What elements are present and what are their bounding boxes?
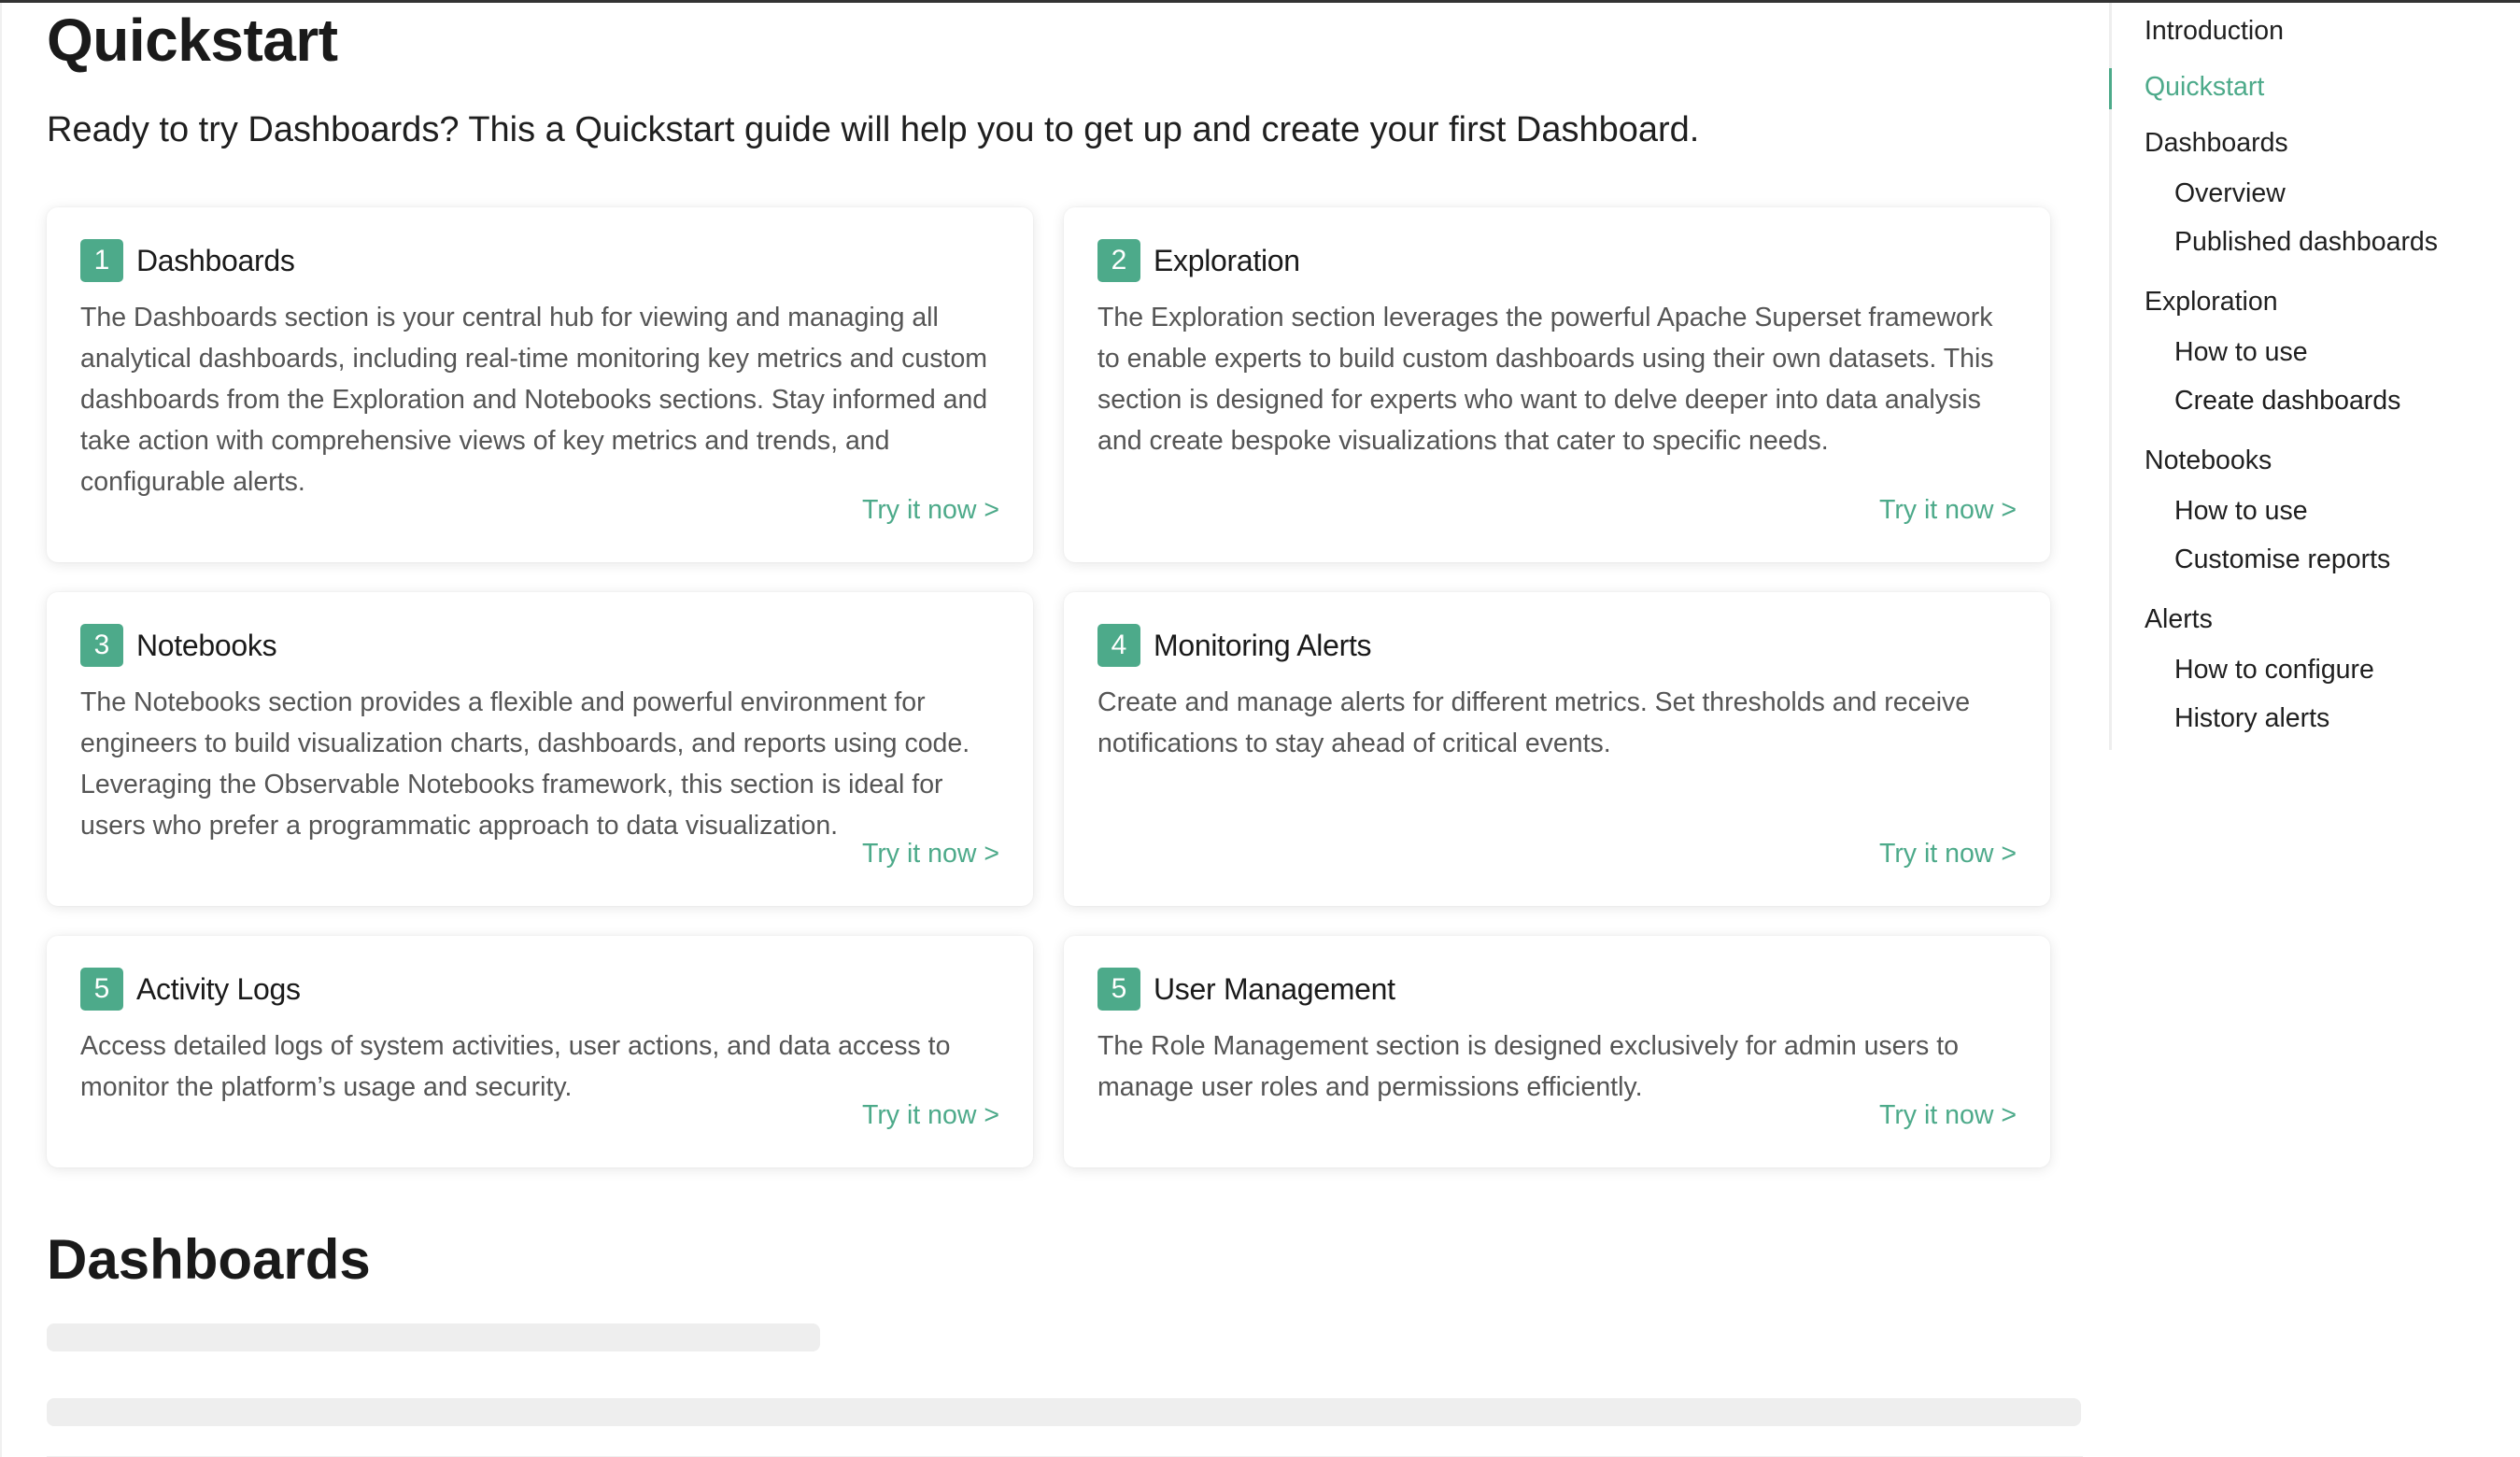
card-header: 5 Activity Logs bbox=[80, 968, 999, 1011]
card-title: Notebooks bbox=[136, 628, 277, 662]
card-description: Create and manage alerts for different m… bbox=[1097, 687, 1971, 758]
step-number-badge: 1 bbox=[80, 239, 123, 282]
card-title: Monitoring Alerts bbox=[1154, 628, 1372, 662]
try-it-now-link[interactable]: Try it now > bbox=[862, 1100, 999, 1131]
card-title: Exploration bbox=[1154, 243, 1300, 277]
step-number-badge: 5 bbox=[1097, 968, 1140, 1011]
step-number-badge: 5 bbox=[80, 968, 123, 1011]
toc-item-alerts[interactable]: Alerts bbox=[2145, 604, 2213, 635]
card-description: The Role Management section is designed … bbox=[1097, 1031, 1959, 1102]
card-description: The Exploration section leverages the po… bbox=[1097, 303, 1994, 456]
toc-item-dashboards[interactable]: Dashboards bbox=[2145, 128, 2288, 159]
card-title: User Management bbox=[1154, 971, 1395, 1006]
card-description: The Notebooks section provides a flexibl… bbox=[80, 687, 970, 841]
toc-item-how-to-configure[interactable]: How to configure bbox=[2174, 655, 2374, 686]
card-title: Dashboards bbox=[136, 243, 295, 277]
toc-item-introduction[interactable]: Introduction bbox=[2145, 16, 2284, 47]
card-description: Access detailed logs of system activitie… bbox=[80, 1031, 951, 1102]
toc-item-notebooks-how-to-use[interactable]: How to use bbox=[2174, 496, 2308, 527]
loading-skeleton-long bbox=[47, 1398, 2081, 1426]
table-of-contents: Introduction Quickstart Dashboards Overv… bbox=[2109, 3, 2520, 750]
card-header: 2 Exploration bbox=[1097, 239, 2017, 282]
toc-item-customise-reports[interactable]: Customise reports bbox=[2174, 545, 2390, 575]
step-number-badge: 3 bbox=[80, 624, 123, 667]
toc-active-indicator bbox=[2109, 68, 2112, 109]
card-monitoring-alerts: 4 Monitoring Alerts Create and manage al… bbox=[1064, 592, 2050, 906]
toc-item-notebooks[interactable]: Notebooks bbox=[2145, 446, 2272, 476]
card-user-management: 5 User Management The Role Management se… bbox=[1064, 936, 2050, 1167]
page-frame: Quickstart Ready to try Dashboards? This… bbox=[0, 0, 2520, 1457]
card-header: 3 Notebooks bbox=[80, 624, 999, 667]
toc-rail bbox=[2109, 3, 2112, 750]
toc-item-quickstart[interactable]: Quickstart bbox=[2145, 72, 2264, 103]
section-title-dashboards: Dashboards bbox=[47, 1228, 371, 1291]
card-notebooks: 3 Notebooks The Notebooks section provid… bbox=[47, 592, 1033, 906]
left-divider bbox=[0, 3, 2, 1457]
try-it-now-link[interactable]: Try it now > bbox=[862, 839, 999, 870]
toc-item-published-dashboards[interactable]: Published dashboards bbox=[2174, 227, 2438, 258]
toc-item-history-alerts[interactable]: History alerts bbox=[2174, 703, 2329, 734]
card-title: Activity Logs bbox=[136, 971, 301, 1006]
card-activity-logs: 5 Activity Logs Access detailed logs of … bbox=[47, 936, 1033, 1167]
step-number-badge: 4 bbox=[1097, 624, 1140, 667]
card-header: 5 User Management bbox=[1097, 968, 2017, 1011]
step-number-badge: 2 bbox=[1097, 239, 1140, 282]
toc-item-exploration[interactable]: Exploration bbox=[2145, 287, 2278, 318]
card-dashboards: 1 Dashboards The Dashboards section is y… bbox=[47, 207, 1033, 562]
card-description: The Dashboards section is your central h… bbox=[80, 303, 988, 497]
page-title: Quickstart bbox=[47, 7, 338, 74]
toc-item-exploration-how-to-use[interactable]: How to use bbox=[2174, 337, 2308, 368]
card-header: 1 Dashboards bbox=[80, 239, 999, 282]
try-it-now-link[interactable]: Try it now > bbox=[1879, 495, 2017, 526]
try-it-now-link[interactable]: Try it now > bbox=[1879, 1100, 2017, 1131]
card-header: 4 Monitoring Alerts bbox=[1097, 624, 2017, 667]
try-it-now-link[interactable]: Try it now > bbox=[1879, 839, 2017, 870]
card-exploration: 2 Exploration The Exploration section le… bbox=[1064, 207, 2050, 562]
toc-item-create-dashboards[interactable]: Create dashboards bbox=[2174, 386, 2400, 417]
toc-item-overview[interactable]: Overview bbox=[2174, 178, 2286, 209]
try-it-now-link[interactable]: Try it now > bbox=[862, 495, 999, 526]
loading-skeleton-short bbox=[47, 1323, 820, 1351]
intro-text: Ready to try Dashboards? This a Quicksta… bbox=[47, 110, 1700, 149]
